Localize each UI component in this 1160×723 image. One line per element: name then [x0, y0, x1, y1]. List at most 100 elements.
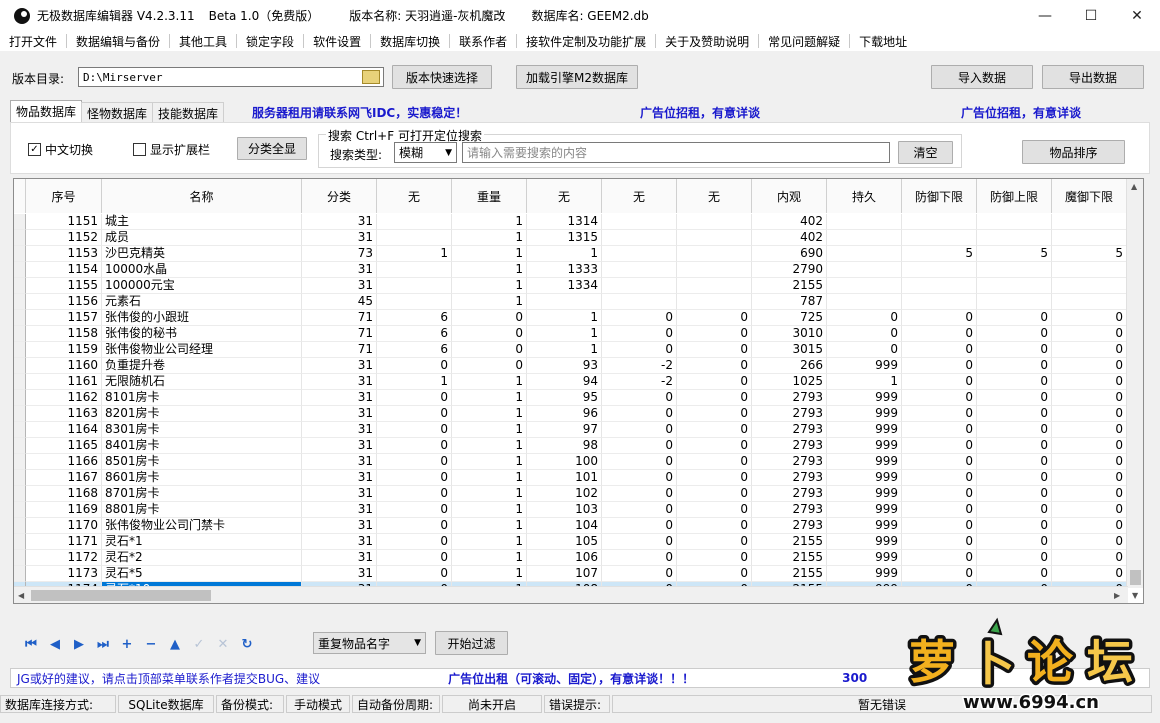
row-indicator[interactable] — [14, 422, 26, 438]
table-cell[interactable] — [827, 262, 902, 278]
table-cell[interactable]: 0 — [602, 310, 677, 326]
table-row[interactable]: 1169 8801房卡 31 0 1 103 0 0 2793 999 0 0 0 — [14, 502, 1127, 518]
table-cell[interactable]: 0 — [977, 470, 1052, 486]
table-cell[interactable]: 999 — [827, 534, 902, 550]
table-cell[interactable]: 1 — [452, 230, 527, 246]
table-cell[interactable]: 0 — [377, 358, 452, 374]
table-row[interactable]: 1153 沙巴克精英 73 1 1 1 690 5 5 5 — [14, 246, 1127, 262]
table-cell[interactable]: 2793 — [752, 470, 827, 486]
table-cell[interactable]: 100 — [527, 454, 602, 470]
table-cell[interactable] — [602, 262, 677, 278]
table-cell[interactable] — [977, 278, 1052, 294]
table-cell[interactable]: 93 — [527, 358, 602, 374]
table-cell[interactable] — [677, 214, 752, 230]
table-row[interactable]: 1162 8101房卡 31 0 1 95 0 0 2793 999 0 0 0 — [14, 390, 1127, 406]
start-filter-button[interactable]: 开始过滤 — [435, 631, 508, 655]
table-cell[interactable]: 1157 — [26, 310, 102, 326]
column-header[interactable]: 魔御下限 — [1052, 179, 1127, 213]
table-cell[interactable]: 0 — [377, 486, 452, 502]
table-cell[interactable]: 0 — [977, 342, 1052, 358]
row-indicator[interactable] — [14, 246, 26, 262]
table-cell[interactable] — [677, 262, 752, 278]
table-row[interactable]: 1158 张伟俊的秘书 71 6 0 1 0 0 3010 0 0 0 0 — [14, 326, 1127, 342]
table-cell[interactable]: 0 — [977, 534, 1052, 550]
table-cell[interactable]: 725 — [752, 310, 827, 326]
table-cell[interactable]: 95 — [527, 390, 602, 406]
table-cell[interactable]: 8701房卡 — [102, 486, 302, 502]
table-cell[interactable]: 1 — [452, 422, 527, 438]
table-cell[interactable]: 1156 — [26, 294, 102, 310]
table-cell[interactable]: 0 — [977, 422, 1052, 438]
table-cell[interactable]: 2793 — [752, 454, 827, 470]
table-cell[interactable]: 成员 — [102, 230, 302, 246]
row-indicator[interactable] — [14, 358, 26, 374]
vertical-scrollbar[interactable]: ▲ — [1126, 179, 1143, 588]
table-cell[interactable]: 0 — [977, 438, 1052, 454]
table-cell[interactable]: 0 — [977, 390, 1052, 406]
refresh-icon[interactable]: ↻ — [238, 636, 256, 652]
table-cell[interactable]: 31 — [302, 262, 377, 278]
table-cell[interactable]: 1 — [452, 374, 527, 390]
table-cell[interactable]: 张伟俊物业公司经理 — [102, 342, 302, 358]
table-cell[interactable]: 1154 — [26, 262, 102, 278]
table-cell[interactable]: 102 — [527, 486, 602, 502]
table-cell[interactable]: 1 — [452, 486, 527, 502]
table-cell[interactable]: 0 — [377, 422, 452, 438]
table-cell[interactable]: 元素石 — [102, 294, 302, 310]
table-cell[interactable]: 31 — [302, 534, 377, 550]
cancel-record-icon[interactable]: ✕ — [214, 636, 232, 652]
table-cell[interactable]: 0 — [1052, 502, 1127, 518]
row-indicator[interactable] — [14, 342, 26, 358]
table-cell[interactable]: 0 — [677, 374, 752, 390]
table-cell[interactable]: 0 — [902, 502, 977, 518]
table-cell[interactable] — [377, 214, 452, 230]
table-cell[interactable]: 31 — [302, 390, 377, 406]
table-cell[interactable]: 0 — [977, 566, 1052, 582]
table-cell[interactable]: 灵石*1 — [102, 534, 302, 550]
table-cell[interactable]: 0 — [902, 422, 977, 438]
scroll-right-icon[interactable]: ▶ — [1114, 591, 1120, 600]
table-cell[interactable]: 31 — [302, 230, 377, 246]
row-indicator[interactable] — [14, 326, 26, 342]
table-row[interactable]: 1164 8301房卡 31 0 1 97 0 0 2793 999 0 0 0 — [14, 422, 1127, 438]
table-cell[interactable]: 1 — [452, 550, 527, 566]
minimize-button[interactable]: — — [1022, 0, 1068, 31]
table-cell[interactable]: 0 — [1052, 390, 1127, 406]
table-cell[interactable]: 0 — [602, 326, 677, 342]
table-cell[interactable]: 1314 — [527, 214, 602, 230]
table-cell[interactable]: 0 — [602, 342, 677, 358]
table-cell[interactable]: 999 — [827, 518, 902, 534]
table-cell[interactable]: 0 — [1052, 438, 1127, 454]
horizontal-scrollbar[interactable]: ◀ ▶ — [14, 586, 1128, 603]
table-cell[interactable]: 1 — [452, 294, 527, 310]
table-cell[interactable]: 8301房卡 — [102, 422, 302, 438]
table-cell[interactable]: 0 — [1052, 422, 1127, 438]
table-cell[interactable]: 0 — [452, 310, 527, 326]
table-cell[interactable]: 1 — [452, 454, 527, 470]
table-cell[interactable]: 104 — [527, 518, 602, 534]
table-row[interactable]: 1157 张伟俊的小跟班 71 6 0 1 0 0 725 0 0 0 0 — [14, 310, 1127, 326]
table-cell[interactable]: 31 — [302, 470, 377, 486]
menu-item-1[interactable]: 数据编辑与备份 — [67, 33, 169, 50]
close-button[interactable]: ✕ — [1114, 0, 1160, 31]
table-row[interactable]: 1163 8201房卡 31 0 1 96 0 0 2793 999 0 0 0 — [14, 406, 1127, 422]
table-cell[interactable]: 0 — [677, 422, 752, 438]
table-cell[interactable]: 31 — [302, 454, 377, 470]
search-input[interactable]: 请输入需要搜索的内容 — [462, 142, 890, 163]
table-cell[interactable]: 0 — [602, 518, 677, 534]
menu-item-2[interactable]: 其他工具 — [170, 33, 236, 50]
table-row[interactable]: 1167 8601房卡 31 0 1 101 0 0 2793 999 0 0 0 — [14, 470, 1127, 486]
table-cell[interactable]: 0 — [602, 502, 677, 518]
table-cell[interactable]: 灵石*2 — [102, 550, 302, 566]
table-cell[interactable]: 31 — [302, 278, 377, 294]
table-cell[interactable]: 1 — [452, 502, 527, 518]
table-cell[interactable]: 1 — [452, 214, 527, 230]
table-cell[interactable]: 8201房卡 — [102, 406, 302, 422]
items-grid[interactable]: 序号 名称 分类无重量无无无内观 持久 防御下限 防御上限 魔御下限 1151 城主 31 1 13… — [13, 178, 1144, 604]
table-cell[interactable]: 999 — [827, 486, 902, 502]
table-cell[interactable]: 1 — [452, 566, 527, 582]
table-cell[interactable]: 0 — [377, 534, 452, 550]
table-cell[interactable]: 0 — [902, 550, 977, 566]
row-indicator[interactable] — [14, 550, 26, 566]
menu-item-3[interactable]: 锁定字段 — [237, 33, 303, 50]
